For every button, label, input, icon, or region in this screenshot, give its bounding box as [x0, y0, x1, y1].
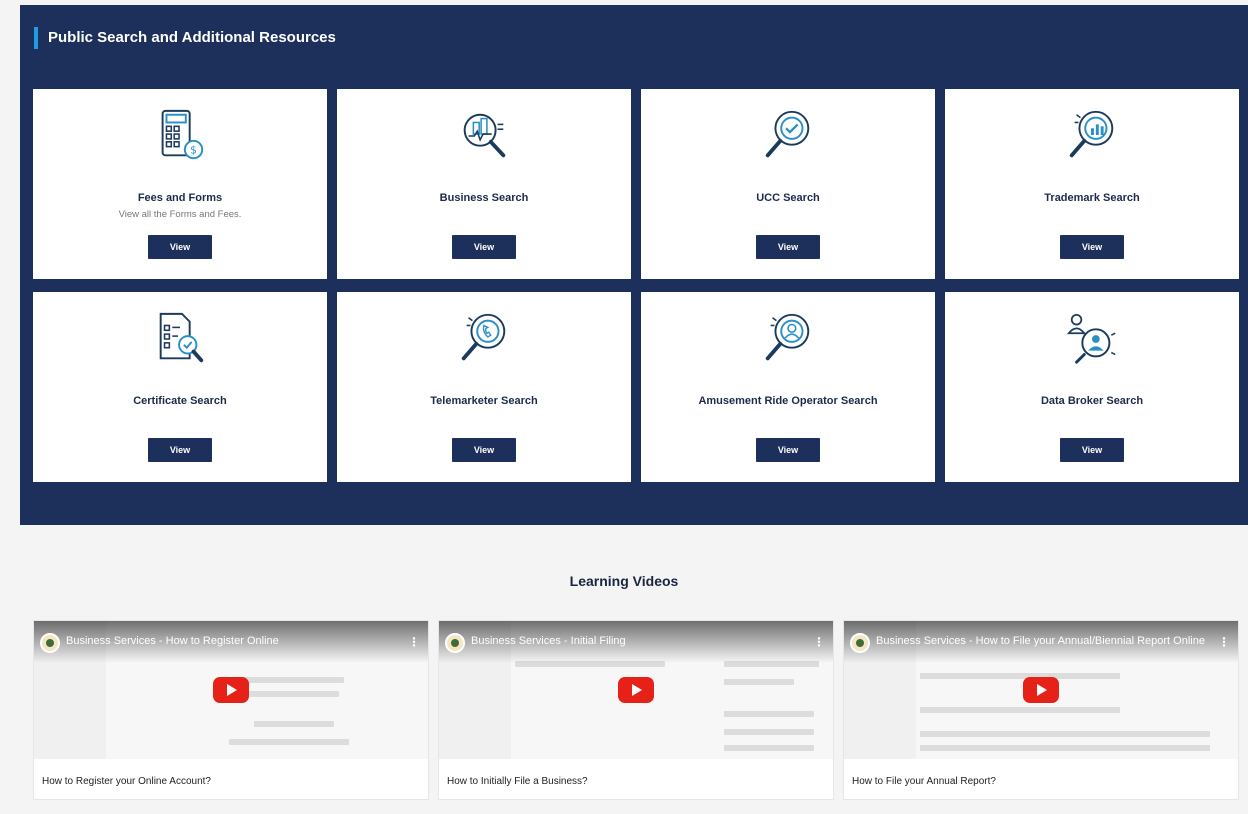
- card-title: Fees and Forms: [137, 192, 223, 204]
- card-telemarketer-search: Telemarketer Search View: [337, 292, 631, 482]
- trademark-search-icon: [1069, 110, 1114, 158]
- section-title: Public Search and Additional Resources: [34, 27, 336, 49]
- card-amusement-ride-operator-search: Amusement Ride Operator Search View: [641, 292, 935, 482]
- card-trademark-search: Trademark Search View: [945, 89, 1239, 279]
- view-button[interactable]: View: [1060, 438, 1124, 462]
- card-title: Certificate Search: [133, 395, 227, 407]
- card-certificate-search: Certificate Search View: [33, 292, 327, 482]
- state-seal-icon: [850, 633, 870, 653]
- card-title: Business Search: [439, 192, 529, 204]
- video-thumbnail[interactable]: Business Services - How to Register Onli…: [34, 621, 428, 759]
- video-card: Business Services - How to Register Onli…: [33, 620, 429, 800]
- video-thumbnail[interactable]: Business Services - Initial Filing ⋮: [439, 621, 833, 759]
- card-title: Telemarketer Search: [430, 395, 538, 407]
- play-button-icon[interactable]: [618, 677, 654, 703]
- video-card: Business Services - Initial Filing ⋮ How…: [438, 620, 834, 800]
- video-title: Business Services - How to Register Onli…: [66, 635, 279, 647]
- video-caption[interactable]: How to File your Annual Report?: [852, 776, 996, 787]
- video-caption[interactable]: How to Register your Online Account?: [42, 776, 211, 787]
- video-title: Business Services - Initial Filing: [471, 635, 626, 647]
- card-business-search: Business Search View: [337, 89, 631, 279]
- calculator-dollar-icon: $: [161, 109, 204, 160]
- video-card: Business Services - How to File your Ann…: [843, 620, 1239, 800]
- view-button[interactable]: View: [756, 438, 820, 462]
- video-title: Business Services - How to File your Ann…: [876, 635, 1205, 647]
- play-button-icon[interactable]: [1023, 677, 1059, 703]
- certificate-search-icon: [159, 312, 204, 363]
- more-options-icon[interactable]: ⋮: [1218, 635, 1230, 649]
- data-broker-search-icon: [1066, 313, 1116, 364]
- svg-text:$: $: [190, 143, 197, 156]
- state-seal-icon: [40, 633, 60, 653]
- card-ucc-search: UCC Search View: [641, 89, 935, 279]
- card-title: Trademark Search: [1044, 192, 1140, 204]
- card-title: Amusement Ride Operator Search: [698, 395, 878, 407]
- telemarketer-search-icon: [461, 313, 506, 361]
- view-button[interactable]: View: [148, 235, 212, 259]
- more-options-icon[interactable]: ⋮: [408, 635, 420, 649]
- view-button[interactable]: View: [1060, 235, 1124, 259]
- business-search-icon: [463, 113, 506, 158]
- ucc-search-icon: [765, 110, 810, 158]
- card-description: View all the Forms and Fees.: [118, 209, 242, 220]
- view-button[interactable]: View: [148, 438, 212, 462]
- video-thumbnail[interactable]: Business Services - How to File your Ann…: [844, 621, 1238, 759]
- operator-search-icon: [765, 313, 810, 361]
- card-title: UCC Search: [756, 192, 820, 204]
- video-caption[interactable]: How to Initially File a Business?: [447, 776, 588, 787]
- view-button[interactable]: View: [452, 438, 516, 462]
- card-title: Data Broker Search: [1040, 395, 1144, 407]
- learning-videos-title: Learning Videos: [569, 573, 679, 589]
- card-data-broker-search: Data Broker Search View: [945, 292, 1239, 482]
- play-button-icon[interactable]: [213, 677, 249, 703]
- card-fees-and-forms: $ Fees and Forms View all the Forms and …: [33, 89, 327, 279]
- view-button[interactable]: View: [756, 235, 820, 259]
- view-button[interactable]: View: [452, 235, 516, 259]
- more-options-icon[interactable]: ⋮: [813, 635, 825, 649]
- state-seal-icon: [445, 633, 465, 653]
